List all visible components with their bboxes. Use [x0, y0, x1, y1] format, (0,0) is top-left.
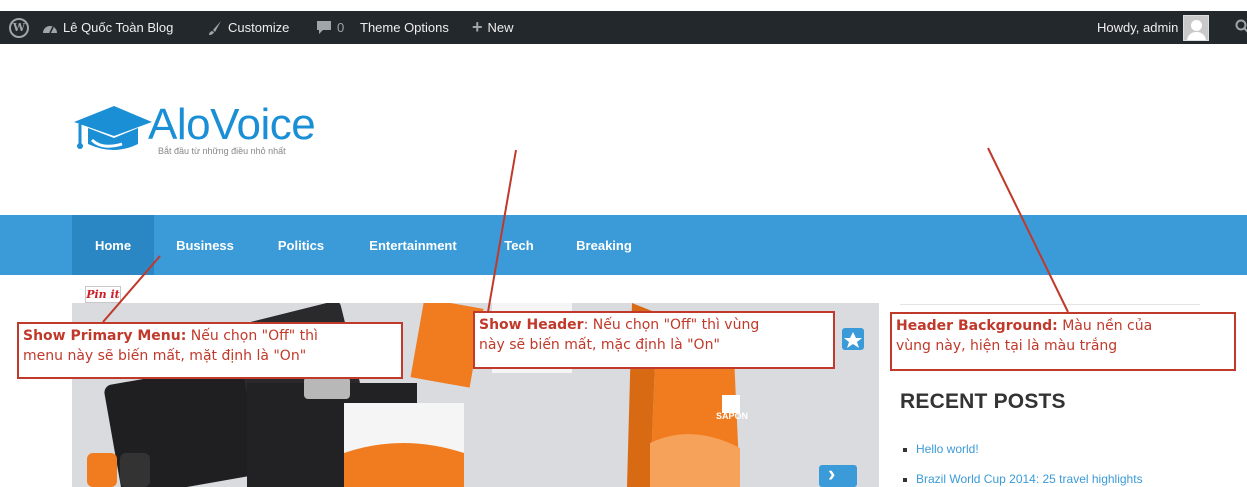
theme-options-link[interactable]: Theme Options [360, 11, 449, 44]
search-icon [1235, 19, 1247, 36]
pin-it-button[interactable]: Pin it [85, 286, 121, 303]
brush-icon [207, 20, 223, 36]
site-logo-title[interactable]: AloVoice [148, 100, 316, 150]
graduation-cap-logo-icon[interactable] [72, 100, 154, 161]
recent-post-item[interactable]: Brazil World Cup 2014: 25 travel highlig… [903, 472, 1143, 486]
customize-link[interactable]: Customize [207, 11, 289, 44]
greeting-label: Howdy, admin [1097, 20, 1179, 35]
comments-count: 0 [337, 20, 345, 35]
annotation-show-primary-menu: Show Primary Menu: Nếu chọn "Off" thì me… [17, 322, 403, 379]
slider-brand-label: SAPON [716, 411, 749, 421]
menu-item-tech[interactable]: Tech [484, 215, 554, 275]
annotation-key: Header Background: [896, 318, 1058, 334]
recent-post-link[interactable]: Hello world! [916, 442, 979, 456]
slider-next-arrow-icon[interactable]: › [828, 463, 850, 487]
annotation-text: vùng này, hiện tại là màu trắng [896, 338, 1118, 354]
recent-posts-heading: RECENT POSTS [900, 390, 1066, 413]
annotation-text: Nếu chọn "Off" thì [186, 328, 318, 344]
sidebar-divider [900, 304, 1200, 305]
search-toggle[interactable] [1235, 11, 1247, 44]
primary-menu: Home Business Politics Entertainment Tec… [0, 215, 1247, 275]
site-name-link[interactable]: Lê Quốc Toàn Blog [42, 11, 173, 44]
bullet-icon [903, 447, 907, 452]
new-label: New [487, 20, 514, 35]
menu-item-breaking[interactable]: Breaking [560, 215, 648, 275]
avatar [1183, 14, 1210, 41]
site-tagline: Bắt đầu từ những điều nhỏ nhất [158, 146, 286, 156]
admin-bar: W Lê Quốc Toàn Blog Customize 0 Theme Op… [0, 11, 1247, 44]
annotation-text: menu này sẽ biến mất, mặt định là "On" [23, 348, 307, 364]
menu-item-home[interactable]: Home [72, 215, 154, 275]
menu-item-entertainment[interactable]: Entertainment [348, 215, 478, 275]
annotation-text: : Nếu chọn "Off" thì vùng [583, 317, 760, 333]
wp-menu[interactable]: W [9, 11, 29, 44]
plus-icon: + [472, 17, 483, 37]
annotation-key: Show Primary Menu: [23, 328, 187, 344]
site-name-label: Lê Quốc Toàn Blog [63, 20, 174, 35]
comments-link[interactable]: 0 [316, 11, 344, 44]
annotation-key: Show Header [479, 317, 584, 333]
top-strip [0, 0, 1247, 11]
annotation-text: này sẽ biến mất, mặc định là "On" [479, 337, 720, 353]
annotation-header-background: Header Background: Màu nền của vùng này,… [890, 312, 1236, 371]
menu-item-politics[interactable]: Politics [260, 215, 342, 275]
menu-item-business[interactable]: Business [159, 215, 251, 275]
comment-bubble-icon [316, 20, 332, 35]
annotation-show-header: Show Header: Nếu chọn "Off" thì vùng này… [473, 311, 835, 369]
recent-post-link[interactable]: Brazil World Cup 2014: 25 travel highlig… [916, 472, 1143, 486]
theme-options-label: Theme Options [360, 20, 449, 35]
annotation-text: Màu nền của [1057, 318, 1153, 334]
wordpress-logo-icon: W [9, 17, 29, 38]
customize-label: Customize [228, 20, 290, 35]
my-account-link[interactable]: Howdy, admin [1097, 11, 1210, 44]
dashboard-icon [42, 21, 58, 35]
recent-post-item[interactable]: Hello world! [903, 442, 979, 456]
new-content-link[interactable]: + New [472, 11, 514, 44]
bullet-icon [903, 477, 907, 482]
